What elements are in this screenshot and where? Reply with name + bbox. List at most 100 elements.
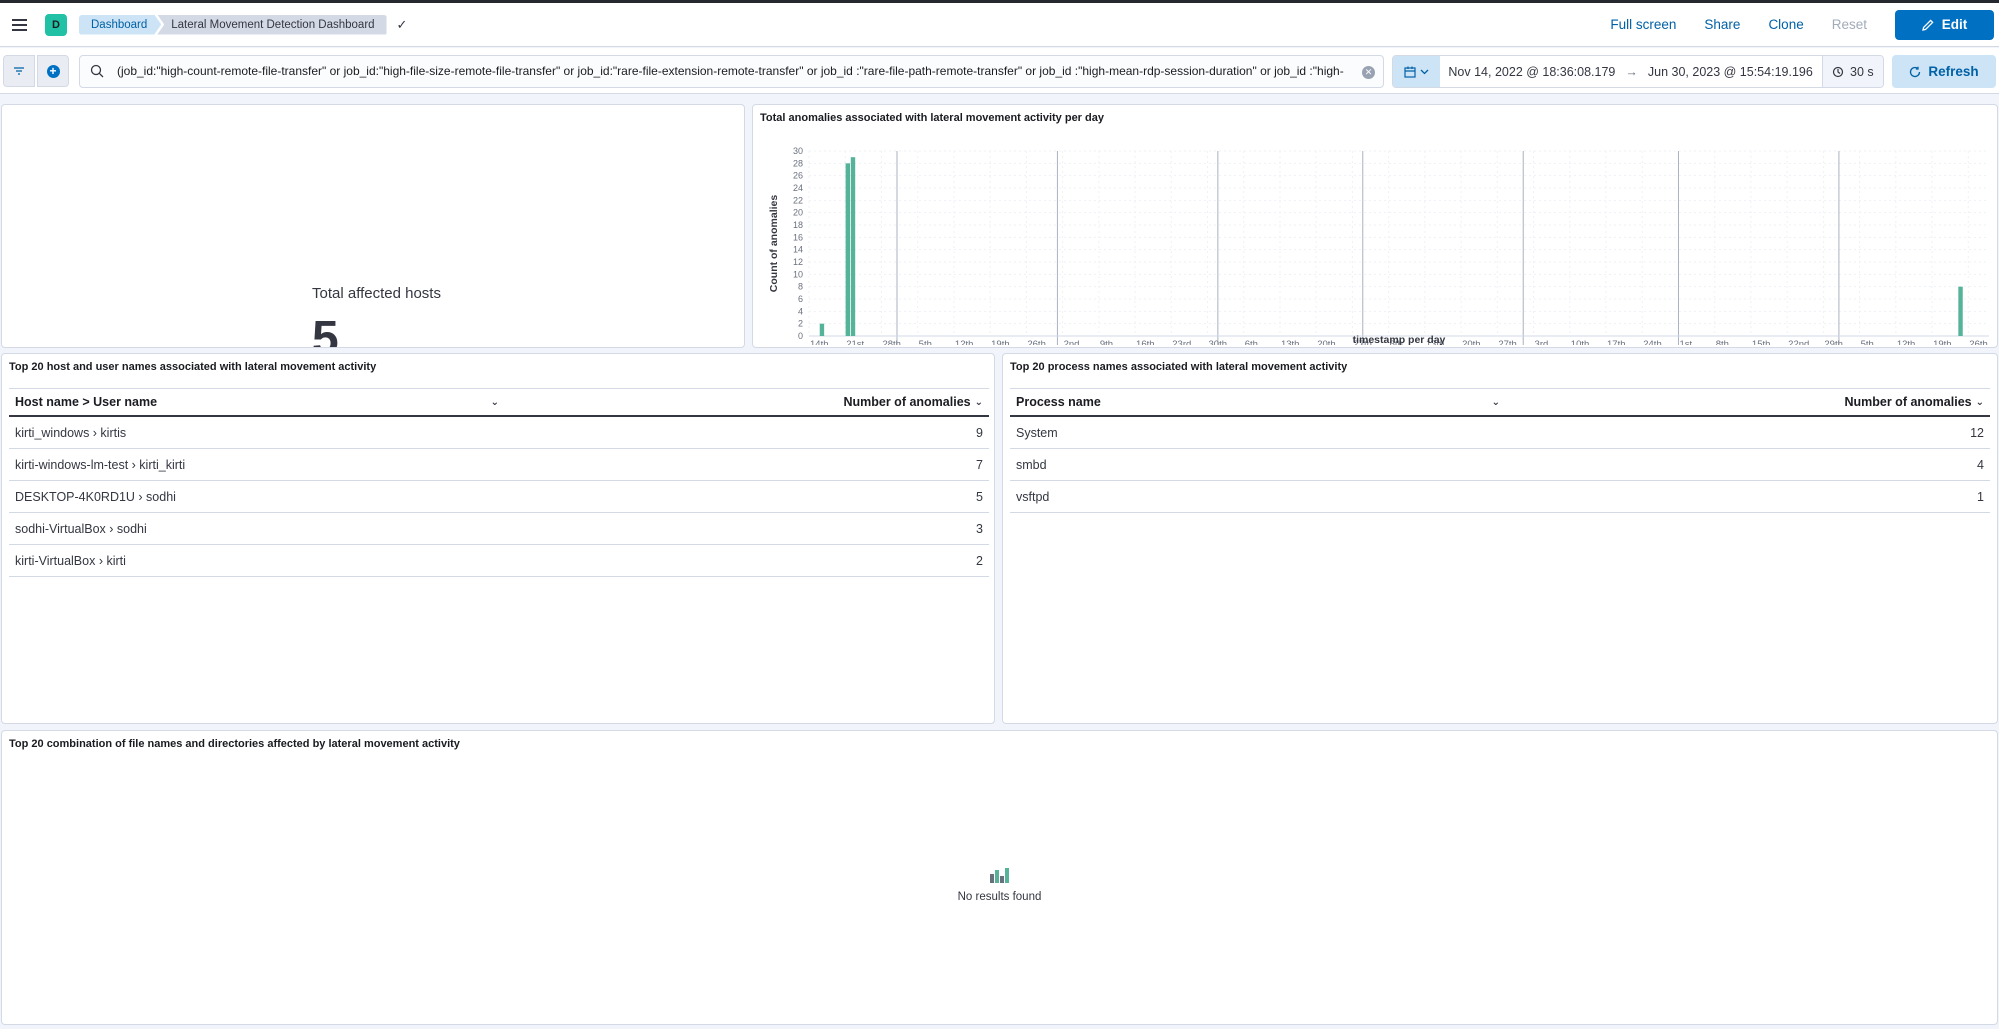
share-link[interactable]: Share	[1704, 17, 1740, 32]
space-avatar[interactable]: D	[45, 13, 67, 36]
y-tick-label: 6	[798, 294, 803, 304]
x-tick-label: 19th	[991, 339, 1010, 345]
files-panel-title: Top 20 combination of file names and dir…	[9, 738, 460, 750]
y-tick-label: 4	[798, 306, 803, 316]
x-tick-label: 28th	[882, 339, 901, 345]
column-header-host[interactable]: Host name > User name ⌄	[9, 395, 499, 409]
x-tick-label: 20th	[1462, 339, 1481, 345]
column-header-host-label: Host name > User name	[15, 395, 158, 409]
no-results-text: No results found	[957, 891, 1042, 903]
column-header-process[interactable]: Process name ⌄	[1010, 395, 1500, 409]
table-cell-count: 4	[1977, 457, 1984, 472]
column-header-count-label: Number of anomalies	[843, 395, 971, 409]
x-tick-label: 26th	[1027, 339, 1046, 345]
chart-bar	[850, 157, 856, 336]
process-table-panel: Top 20 process names associated with lat…	[1002, 353, 1998, 724]
x-tick-label: 16th	[1136, 339, 1155, 345]
y-tick-label: 20	[793, 208, 803, 218]
anomalies-bar-chart: 02468101214161820222426283014th 21st 28th 5…	[768, 146, 1989, 345]
x-tick-label: 21st	[846, 339, 864, 345]
timer-icon	[1832, 66, 1844, 77]
chevron-down-icon[interactable]: ⌄	[1976, 397, 1984, 408]
chevron-down-icon[interactable]: ⌄	[975, 397, 983, 408]
edit-button[interactable]: Edit	[1895, 9, 1994, 40]
table-cell-count: 2	[976, 553, 983, 568]
process-table: Process name ⌄ Number of anomalies ⌄ Sys…	[1010, 388, 1990, 513]
x-tick-label: 14th	[810, 339, 829, 345]
x-tick-label: 5th	[919, 339, 932, 345]
plus-icon: +	[46, 64, 60, 78]
table-cell-name: kirti-VirtualBox › kirti	[15, 553, 126, 568]
table-row[interactable]: DESKTOP-4K0RD1U › sodhi 5	[9, 481, 989, 513]
clear-query-icon[interactable]: ✕	[1362, 66, 1375, 79]
metric-value: 5	[312, 312, 339, 348]
x-tick-label: 20th	[1317, 339, 1336, 345]
y-tick-label: 8	[798, 282, 803, 292]
reset-link[interactable]: Reset	[1832, 17, 1867, 32]
query-text[interactable]: (job_id:"high-count-remote-file-transfer…	[117, 60, 1347, 87]
refresh-button[interactable]: Refresh	[1892, 55, 1996, 88]
checkmark-icon[interactable]: ✓	[397, 17, 408, 33]
y-tick-label: 24	[793, 183, 803, 193]
x-tick-label: 26th	[1969, 339, 1988, 345]
chart-bar	[1958, 286, 1963, 336]
breadcrumb: Dashboard Lateral Movement Detection Das…	[79, 14, 387, 35]
chevron-down-icon[interactable]: ⌄	[1492, 397, 1500, 408]
x-tick-label: 12th	[955, 339, 974, 345]
table-cell-count: 1	[1977, 489, 1984, 504]
x-tick-label: 8th	[1716, 339, 1729, 345]
chevron-down-icon[interactable]: ⌄	[491, 397, 499, 408]
filter-menu-button[interactable]	[3, 55, 35, 87]
x-tick-label: 24th	[1643, 339, 1662, 345]
x-tick-label: 5th	[1861, 339, 1874, 345]
x-tick-label: 9th	[1100, 339, 1113, 345]
table-row[interactable]: vsftpd 1	[1010, 481, 1990, 513]
x-tick-label: 15th	[1752, 339, 1771, 345]
breadcrumb-dashboard[interactable]: Dashboard	[79, 15, 161, 35]
query-input[interactable]: (job_id:"high-count-remote-file-transfer…	[79, 55, 1384, 88]
date-range: Nov 14, 2022 @ 18:36:08.179 → Jun 30, 20…	[1448, 65, 1821, 79]
table-row[interactable]: sodhi-VirtualBox › sodhi 3	[9, 513, 989, 545]
y-tick-label: 14	[793, 245, 803, 255]
x-tick-label: 29th	[1824, 339, 1843, 345]
end-date[interactable]: Jun 30, 2023 @ 15:54:19.196	[1648, 65, 1813, 79]
table-cell-count: 12	[1970, 425, 1984, 440]
table-row[interactable]: smbd 4	[1010, 449, 1990, 481]
refresh-interval-value: 30 s	[1850, 64, 1874, 79]
y-tick-label: 30	[793, 146, 803, 156]
table-row[interactable]: kirti-VirtualBox › kirti 2	[9, 545, 989, 577]
table-cell-count: 5	[976, 489, 983, 504]
x-tick-label: 17th	[1607, 339, 1626, 345]
table-cell-name: kirti_windows › kirtis	[15, 425, 127, 440]
x-tick-label: 3rd	[1535, 339, 1549, 345]
y-tick-label: 26	[793, 171, 803, 181]
table-row[interactable]: kirti_windows › kirtis 9	[9, 417, 989, 449]
date-picker: Nov 14, 2022 @ 18:36:08.179 → Jun 30, 20…	[1392, 55, 1884, 88]
column-header-count[interactable]: Number of anomalies ⌄	[499, 395, 989, 409]
y-tick-label: 28	[793, 158, 803, 168]
refresh-icon	[1910, 66, 1921, 77]
chart-bar	[845, 163, 851, 336]
table-cell-count: 9	[976, 425, 983, 440]
full-screen-link[interactable]: Full screen	[1610, 17, 1676, 32]
clone-link[interactable]: Clone	[1768, 17, 1803, 32]
x-tick-label: 10th	[1571, 339, 1590, 345]
top-actions: Full screen Share Clone Reset Edit	[1610, 3, 1999, 46]
x-tick-label: 22nd	[1788, 339, 1809, 345]
table-row[interactable]: kirti-windows-lm-test › kirti_kirti 7	[9, 449, 989, 481]
x-tick-label: 13th	[1281, 339, 1300, 345]
table-cell-count: 7	[976, 457, 983, 472]
y-tick-label: 16	[793, 232, 803, 242]
quick-select-button[interactable]	[1393, 56, 1441, 87]
add-filter-button[interactable]: +	[37, 55, 69, 87]
calendar-icon	[1404, 66, 1416, 78]
refresh-interval[interactable]: 30 s	[1821, 56, 1883, 87]
start-date[interactable]: Nov 14, 2022 @ 18:36:08.179	[1448, 65, 1615, 79]
column-header-count[interactable]: Number of anomalies ⌄	[1500, 395, 1990, 409]
table-row[interactable]: System 12	[1010, 417, 1990, 449]
x-tick-label: 2nd	[1064, 339, 1080, 345]
chart-bar	[819, 323, 825, 336]
hamburger-menu-icon[interactable]	[9, 14, 31, 36]
column-header-process-label: Process name	[1016, 395, 1101, 409]
table-body: kirti_windows › kirtis 9 kirti-windows-lm-…	[9, 417, 989, 577]
